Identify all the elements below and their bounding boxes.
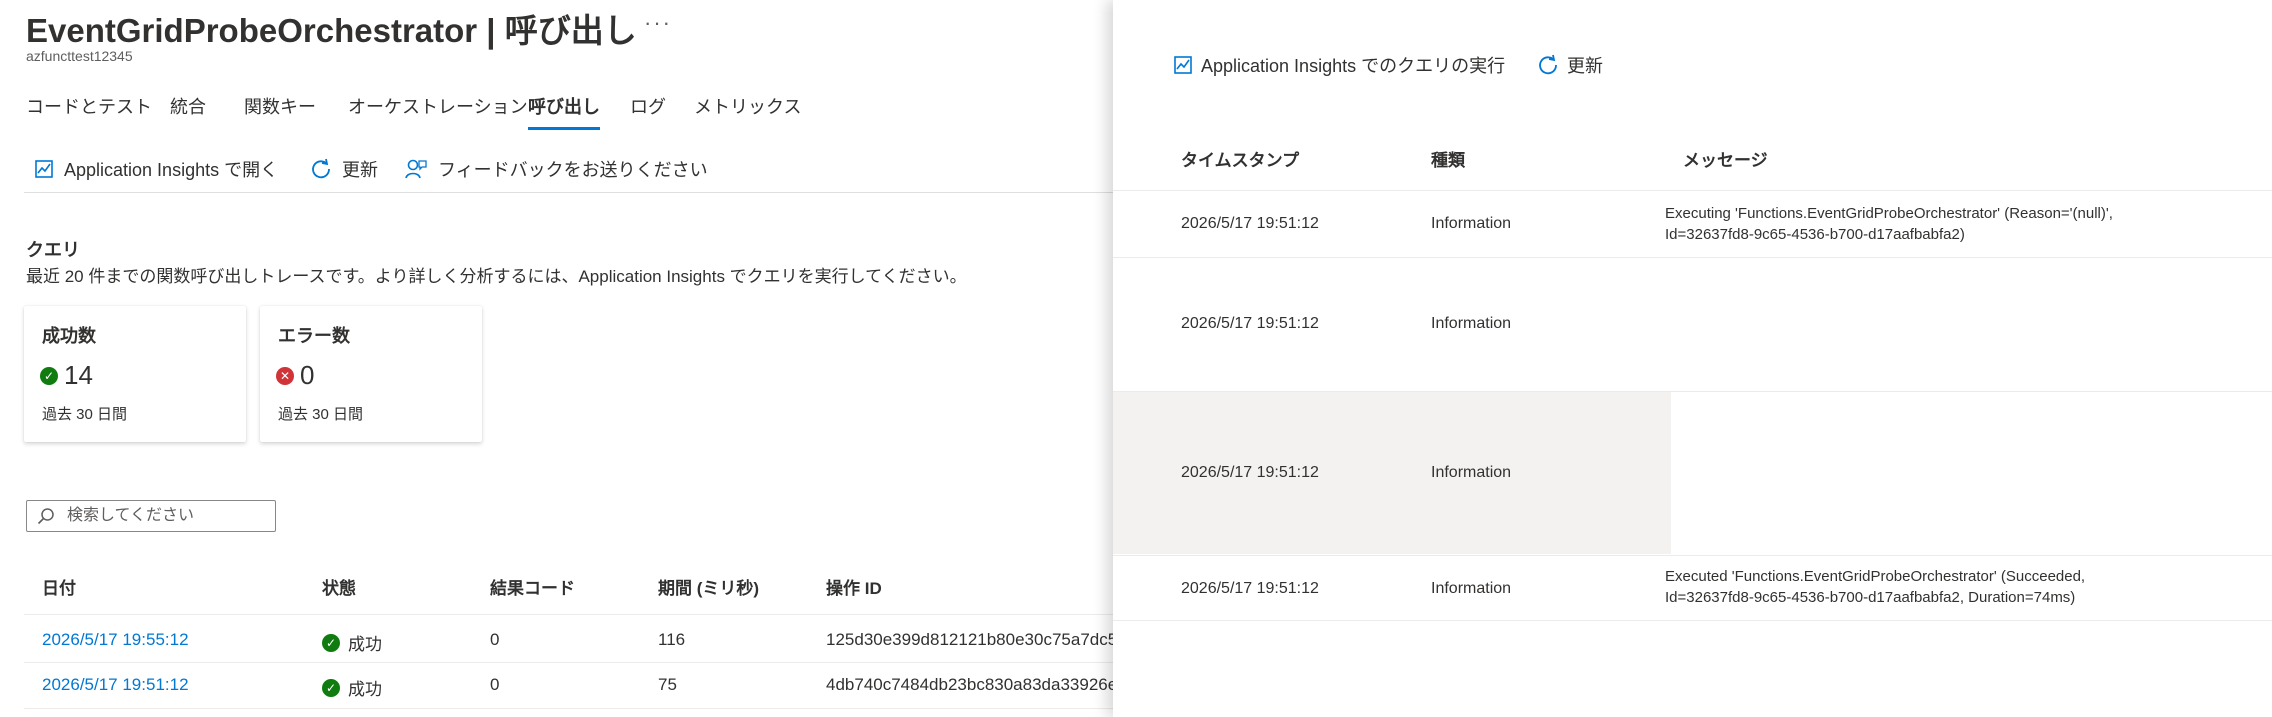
trace-type: Information xyxy=(1431,215,1512,232)
feedback-button[interactable]: フィードバックをお送りください xyxy=(404,156,708,182)
row-status-label: 成功 xyxy=(348,680,382,699)
tab-invocations[interactable]: 呼び出し xyxy=(528,96,600,132)
more-options-button[interactable]: ··· xyxy=(644,10,672,36)
search-icon xyxy=(37,507,55,525)
trace-timestamp: 2026/5/17 19:51:12 xyxy=(1181,580,1319,597)
trace-type: Information xyxy=(1431,580,1512,597)
column-header-date[interactable]: 日付 xyxy=(42,574,76,599)
refresh-label: 更新 xyxy=(342,160,378,180)
search-input[interactable] xyxy=(65,506,259,526)
open-app-insights-label: Application Insights で開く xyxy=(64,160,279,180)
refresh-icon xyxy=(310,158,332,180)
success-count-card: 成功数 ✓ 14 過去 30 日間 xyxy=(24,306,246,442)
trace-type: Information xyxy=(1431,464,1512,481)
trace-type: Information xyxy=(1431,315,1512,332)
column-header-type[interactable]: 種類 xyxy=(1431,146,1465,171)
row-operation-id: 4db740c7484db23bc830a83da33926ef xyxy=(826,675,1122,694)
run-query-button[interactable]: Application Insights でのクエリの実行 xyxy=(1173,52,1505,78)
refresh-button[interactable]: 更新 xyxy=(310,156,378,182)
feedback-icon xyxy=(404,158,428,180)
query-section-title: クエリ xyxy=(26,240,80,260)
trace-message-line: Id=32637fd8-9c65-4536-b700-d17aafbabfa2) xyxy=(1665,226,1965,243)
success-card-period: 過去 30 日間 xyxy=(42,406,128,423)
error-circle-icon: ✕ xyxy=(276,366,294,385)
row-duration: 116 xyxy=(658,630,686,649)
column-header-operation-id[interactable]: 操作 ID xyxy=(826,574,882,599)
trace-message-line: Id=32637fd8-9c65-4536-b700-d17aafbabfa2,… xyxy=(1665,589,2076,606)
trace-message: Executing 'Functions.EventGridProbeOrche… xyxy=(1665,203,2113,245)
column-header-message[interactable]: メッセージ xyxy=(1683,146,1768,171)
trace-row-hovered[interactable]: 2026/5/17 19:51:12 Information xyxy=(1113,392,2272,554)
row-operation-id: 125d30e399d812121b80e30c75a7dc53 xyxy=(826,630,1127,649)
tab-function-keys[interactable]: 関数キー xyxy=(244,96,316,132)
tab-metrics[interactable]: メトリックス xyxy=(694,96,801,132)
row-duration: 75 xyxy=(658,675,677,694)
tab-logs[interactable]: ログ xyxy=(630,96,666,132)
panel-refresh-label: 更新 xyxy=(1567,56,1603,76)
trace-message-line: Executed 'Functions.EventGridProbeOrches… xyxy=(1665,568,2086,585)
resource-subtitle: azfuncttest12345 xyxy=(26,48,133,64)
row-result-code: 0 xyxy=(490,630,500,649)
panel-refresh-button[interactable]: 更新 xyxy=(1537,52,1603,78)
error-card-period: 過去 30 日間 xyxy=(278,406,364,423)
row-status: ✓ 成功 xyxy=(322,630,382,655)
column-header-result-code[interactable]: 結果コード xyxy=(490,574,575,599)
trace-timestamp: 2026/5/17 19:51:12 xyxy=(1181,464,1319,481)
error-card-title: エラー数 xyxy=(278,326,350,346)
success-card-value: ✓ 14 xyxy=(40,360,93,391)
column-header-duration[interactable]: 期間 (ミリ秒) xyxy=(658,574,759,599)
column-header-timestamp[interactable]: タイムスタンプ xyxy=(1181,146,1299,171)
page-title: EventGridProbeOrchestrator | 呼び出し xyxy=(26,12,637,49)
error-card-value: ✕ 0 xyxy=(276,360,314,391)
check-circle-icon: ✓ xyxy=(40,366,58,385)
chart-icon xyxy=(1173,55,1193,75)
trace-message-line: Executing 'Functions.EventGridProbeOrche… xyxy=(1665,205,2113,222)
refresh-icon xyxy=(1537,54,1559,76)
feedback-label: フィードバックをお送りください xyxy=(438,160,708,180)
tab-orchestration[interactable]: オーケストレーション xyxy=(348,96,528,132)
row-date-link[interactable]: 2026/5/17 19:51:12 xyxy=(42,675,189,695)
column-header-status[interactable]: 状態 xyxy=(322,574,356,599)
toolbar-divider xyxy=(24,192,1140,193)
row-status: ✓ 成功 xyxy=(322,675,382,700)
tab-code-test[interactable]: コードとテスト xyxy=(26,96,152,132)
chart-icon xyxy=(34,159,54,179)
trace-timestamp: 2026/5/17 19:51:12 xyxy=(1181,315,1319,332)
search-box[interactable] xyxy=(26,500,276,532)
invocation-details-panel: Application Insights でのクエリの実行 更新 タイムスタンプ… xyxy=(1113,0,2272,717)
error-count-card: エラー数 ✕ 0 過去 30 日間 xyxy=(260,306,482,442)
trace-row[interactable]: 2026/5/17 19:51:12 Information Executing… xyxy=(1113,190,2272,258)
trace-timestamp: 2026/5/17 19:51:12 xyxy=(1181,215,1319,232)
error-count: 0 xyxy=(300,360,315,390)
row-status-label: 成功 xyxy=(348,635,382,654)
row-divider xyxy=(24,708,1140,709)
header-divider xyxy=(24,614,1140,615)
query-description: 最近 20 件までの関数呼び出しトレースです。より詳しく分析するには、Appli… xyxy=(26,267,967,286)
check-circle-icon: ✓ xyxy=(322,678,340,697)
tab-integration[interactable]: 統合 xyxy=(170,96,206,132)
row-result-code: 0 xyxy=(490,675,500,694)
success-card-title: 成功数 xyxy=(42,326,96,346)
run-query-label: Application Insights でのクエリの実行 xyxy=(1201,56,1506,76)
trace-message: Executed 'Functions.EventGridProbeOrches… xyxy=(1665,566,2085,608)
trace-row[interactable]: 2026/5/17 19:51:12 Information xyxy=(1113,257,2272,392)
trace-row[interactable]: 2026/5/17 19:51:12 Information Executed … xyxy=(1113,555,2272,621)
success-count: 14 xyxy=(64,360,93,390)
row-date-link[interactable]: 2026/5/17 19:55:12 xyxy=(42,630,189,650)
row-divider xyxy=(24,662,1140,663)
invocations-blade: EventGridProbeOrchestrator | 呼び出し ··· az… xyxy=(0,0,1140,717)
open-app-insights-button[interactable]: Application Insights で開く xyxy=(34,156,278,182)
check-circle-icon: ✓ xyxy=(322,633,340,652)
